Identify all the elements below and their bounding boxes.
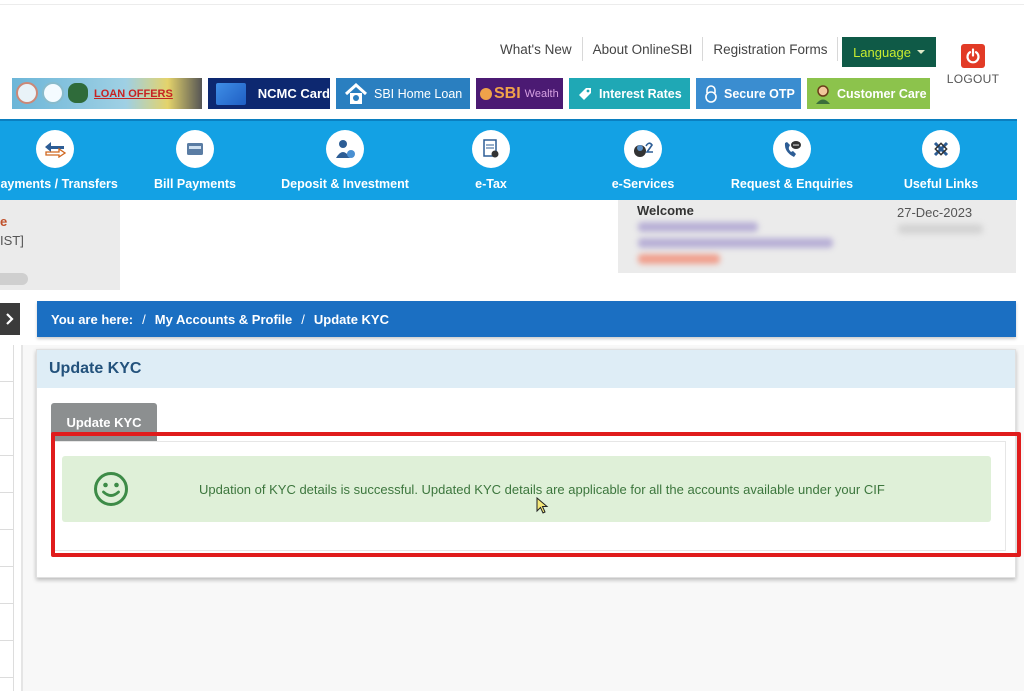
- secure-otp-label: Secure OTP: [724, 86, 795, 101]
- registration-forms-link[interactable]: Registration Forms: [703, 42, 837, 57]
- page: What's New About OnlineSBI Registration …: [0, 0, 1024, 691]
- nav-label: Payments / Transfers: [0, 177, 118, 191]
- redacted-email: [638, 238, 833, 248]
- redacted-name: [638, 222, 758, 232]
- links-icon: [922, 130, 960, 168]
- tab-update-kyc[interactable]: Update KYC: [51, 403, 157, 443]
- interest-rates-label: Interest Rates: [599, 86, 682, 101]
- nav-payments-transfers[interactable]: Payments / Transfers: [0, 121, 130, 191]
- mouse-icon: [624, 130, 662, 168]
- logout-button[interactable]: LOGOUT: [946, 44, 1000, 86]
- nav-label: e-Services: [611, 177, 675, 191]
- sidebar-item[interactable]: [0, 382, 13, 419]
- breadcrumb-separator: /: [301, 311, 305, 327]
- sidebar-item[interactable]: [0, 604, 13, 641]
- sidebar-item[interactable]: [0, 493, 13, 530]
- nav-e-tax[interactable]: e-Tax: [416, 121, 566, 191]
- ncmc-card-banner[interactable]: NCMC Card: [208, 78, 330, 109]
- nav-label: Bill Payments: [154, 177, 236, 191]
- redacted-link: [638, 254, 720, 264]
- logout-label: LOGOUT: [946, 72, 1000, 86]
- divider: [837, 37, 839, 61]
- panel-title: Update KYC: [37, 350, 1015, 388]
- loan-offers-text: LOAN OFFERS: [94, 87, 173, 100]
- update-kyc-panel: Update KYC Update KYC Updation of KYC de…: [36, 349, 1016, 578]
- user-info-line2: IST]: [0, 233, 24, 248]
- sidebar-item[interactable]: [0, 567, 13, 604]
- investor-icon: [326, 130, 364, 168]
- breadcrumb-separator: /: [142, 311, 146, 327]
- card-icon: [216, 82, 246, 105]
- welcome-label: Welcome: [637, 203, 694, 218]
- wealth-brand: SBI: [494, 84, 521, 102]
- welcome-panel: Welcome 27-Dec-2023: [618, 200, 1016, 273]
- phone-chat-icon: [773, 130, 811, 168]
- sbi-wealth-banner[interactable]: SBI Wealth: [476, 78, 563, 109]
- nav-useful-links[interactable]: Useful Links: [866, 121, 1016, 191]
- breadcrumb-my-accounts[interactable]: My Accounts & Profile: [155, 312, 292, 327]
- mouse-cursor-icon: [536, 497, 549, 514]
- ncmc-label: NCMC Card: [257, 86, 330, 101]
- nav-label: e-Tax: [475, 177, 507, 191]
- sidebar-divider: [21, 345, 23, 691]
- caret-down-icon: [916, 50, 925, 54]
- nav-e-services[interactable]: e-Services: [568, 121, 718, 191]
- transfer-icon: [36, 130, 74, 168]
- nav-bill-payments[interactable]: Bill Payments: [120, 121, 270, 191]
- nav-label: Useful Links: [903, 177, 979, 191]
- current-date: 27-Dec-2023: [897, 205, 973, 220]
- sidebar-item[interactable]: [0, 641, 13, 678]
- nav-request-enquiries[interactable]: Request & Enquiries: [717, 121, 867, 191]
- top-divider: [0, 4, 1024, 5]
- info-bar: [0, 273, 28, 285]
- secure-otp-banner[interactable]: Secure OTP: [696, 78, 801, 109]
- sidebar-item[interactable]: [0, 419, 13, 456]
- sidebar-item[interactable]: [0, 456, 13, 493]
- top-links: What's New About OnlineSBI Registration …: [490, 37, 839, 61]
- power-icon: [961, 44, 985, 68]
- customer-care-banner[interactable]: Customer Care: [807, 78, 930, 109]
- success-alert: Updation of KYC details is successful. U…: [62, 456, 991, 522]
- sidebar-menu: [0, 345, 14, 691]
- user-info-panel: e IST]: [0, 200, 120, 290]
- user-info-line1: e: [0, 214, 8, 229]
- sidebar-item[interactable]: [0, 530, 13, 567]
- sidebar-toggle[interactable]: [0, 303, 20, 335]
- main-nav: Payments / Transfers Bill Payments Depos…: [0, 119, 1017, 200]
- breadcrumb: You are here: / My Accounts & Profile / …: [37, 301, 1016, 337]
- home-loan-banner[interactable]: SBI Home Loan: [336, 78, 470, 109]
- customer-care-label: Customer Care: [837, 86, 927, 101]
- loan-offers-banner[interactable]: LOAN OFFERS: [12, 78, 202, 109]
- sbi-logo-icon: [480, 87, 492, 100]
- tag-icon: [577, 86, 593, 102]
- smiley-icon: [94, 472, 128, 506]
- interest-rates-banner[interactable]: Interest Rates: [569, 78, 690, 109]
- chevron-right-icon: [6, 313, 14, 325]
- sidebar-item[interactable]: [0, 345, 13, 382]
- home-loan-label: SBI Home Loan: [374, 86, 463, 101]
- language-dropdown[interactable]: Language: [842, 37, 936, 67]
- nav-label: Deposit & Investment: [281, 177, 409, 191]
- success-message: Updation of KYC details is successful. U…: [199, 481, 885, 497]
- whats-new-link[interactable]: What's New: [490, 42, 582, 57]
- redacted-time: [898, 224, 983, 234]
- lock-icon: [704, 84, 718, 103]
- clock-icon: [16, 82, 38, 104]
- plate-icon: [42, 82, 64, 104]
- nav-deposit-investment[interactable]: Deposit & Investment: [270, 121, 420, 191]
- breadcrumb-update-kyc[interactable]: Update KYC: [314, 312, 389, 327]
- nav-label: Request & Enquiries: [730, 177, 854, 191]
- about-onlinesbi-link[interactable]: About OnlineSBI: [583, 42, 703, 57]
- tax-document-icon: [472, 130, 510, 168]
- breadcrumb-prefix: You are here:: [51, 311, 134, 327]
- language-label: Language: [853, 44, 911, 60]
- house-icon: [344, 82, 368, 105]
- support-agent-icon: [815, 84, 831, 104]
- wealth-sub: Wealth: [524, 87, 559, 100]
- scooter-icon: [68, 83, 88, 103]
- card-icon: [176, 130, 214, 168]
